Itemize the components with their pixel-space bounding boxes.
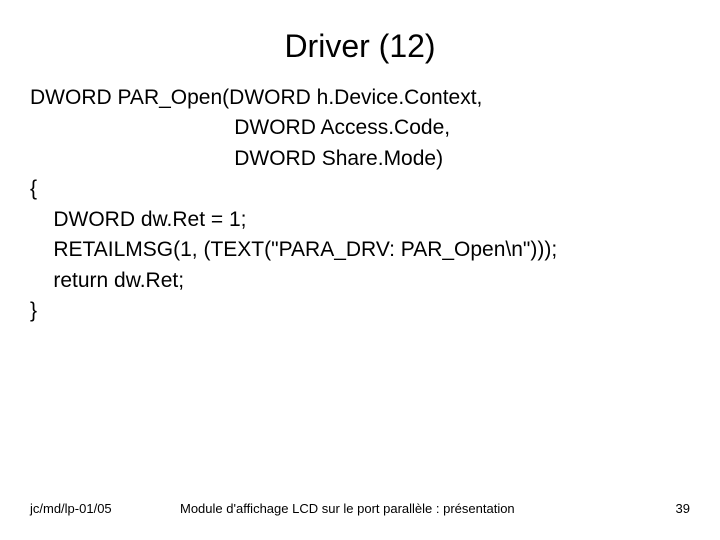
footer-center: Module d'affichage LCD sur le port paral… xyxy=(150,501,650,516)
code-block: DWORD PAR_Open(DWORD h.Device.Context, D… xyxy=(0,83,720,327)
code-line: return dw.Ret; xyxy=(30,266,690,296)
code-line: DWORD PAR_Open(DWORD h.Device.Context, xyxy=(30,83,690,113)
code-line: { xyxy=(30,174,690,204)
code-line: DWORD Access.Code, xyxy=(30,113,690,143)
code-line: RETAILMSG(1, (TEXT("PARA_DRV: PAR_Open\n… xyxy=(30,235,690,265)
slide-footer: jc/md/lp-01/05 Module d'affichage LCD su… xyxy=(0,501,720,516)
code-line: } xyxy=(30,296,690,326)
code-line: DWORD dw.Ret = 1; xyxy=(30,205,690,235)
slide-title: Driver (12) xyxy=(0,0,720,83)
code-line: DWORD Share.Mode) xyxy=(30,144,690,174)
page-number: 39 xyxy=(650,501,690,516)
slide: Driver (12) DWORD PAR_Open(DWORD h.Devic… xyxy=(0,0,720,540)
footer-left: jc/md/lp-01/05 xyxy=(30,501,150,516)
